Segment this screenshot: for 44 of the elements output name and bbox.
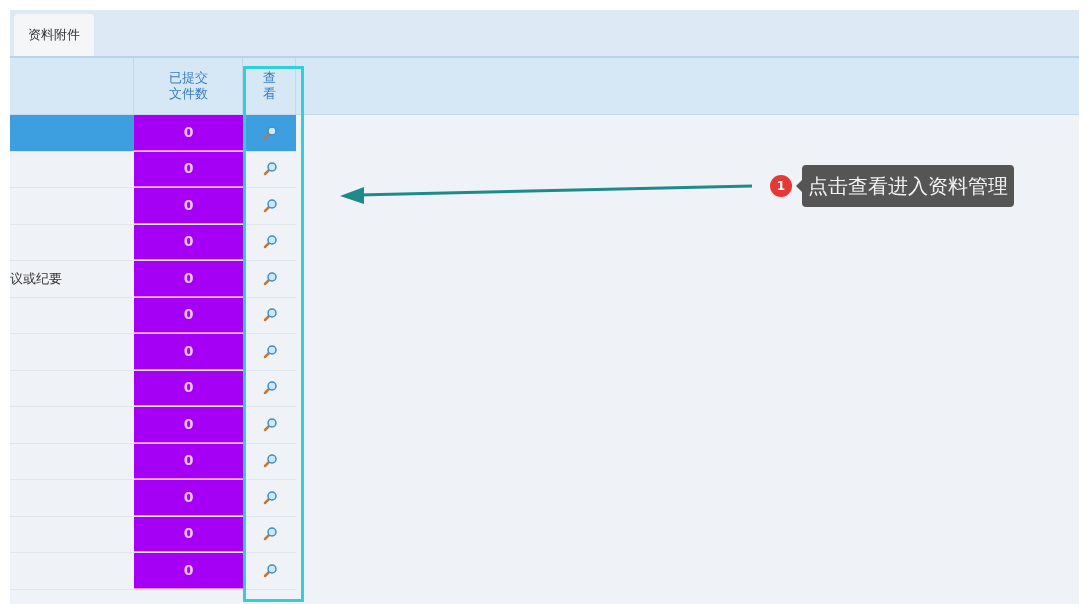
table-row[interactable]: 0 — [10, 516, 296, 553]
search-icon[interactable] — [261, 307, 278, 324]
count-cell: 0 — [134, 151, 243, 187]
count-cell: 0 — [134, 261, 243, 297]
search-icon[interactable] — [261, 124, 278, 141]
search-icon[interactable] — [261, 489, 278, 506]
count-cell: 0 — [134, 480, 243, 516]
search-icon[interactable] — [261, 197, 278, 214]
table-row[interactable]: 0 — [10, 407, 296, 444]
search-icon[interactable] — [261, 562, 278, 579]
table-row[interactable]: 0 — [10, 188, 296, 225]
search-icon[interactable] — [261, 380, 278, 397]
column-header: 查看 — [262, 70, 276, 102]
table-row[interactable]: 0 — [10, 151, 296, 188]
search-icon[interactable] — [261, 453, 278, 470]
search-icon[interactable] — [261, 526, 278, 543]
count-cell: 0 — [134, 188, 243, 224]
count-cell: 0 — [134, 297, 243, 333]
table-cell-text: 议或纪要 — [10, 270, 62, 288]
search-icon[interactable] — [261, 416, 278, 433]
count-cell: 0 — [134, 443, 243, 479]
count-cell: 0 — [134, 224, 243, 260]
table-row[interactable]: 0 — [10, 370, 296, 407]
table-row[interactable]: 0 — [10, 480, 296, 517]
count-cell: 0 — [134, 553, 243, 589]
table-row[interactable]: 议或纪要 0 — [10, 261, 296, 298]
tab[interactable]: 资料附件 — [14, 14, 94, 56]
count-cell: 0 — [134, 516, 243, 552]
table-row[interactable]: 0 — [10, 443, 296, 480]
column-header: 已提交文件数 — [168, 70, 208, 102]
count-cell: 0 — [134, 370, 243, 406]
search-icon[interactable] — [261, 343, 278, 360]
count-cell: 0 — [134, 115, 243, 151]
tooltip: 点击查看进入资料管理 — [802, 165, 1014, 207]
table-row[interactable]: 0 — [10, 553, 296, 590]
search-icon[interactable] — [261, 234, 278, 251]
search-icon[interactable] — [261, 161, 278, 178]
count-cell: 0 — [134, 407, 243, 443]
count-cell: 0 — [134, 334, 243, 370]
table-row[interactable]: 0 — [10, 224, 296, 261]
table-row[interactable]: 0 — [10, 334, 296, 371]
table-row[interactable]: 0 — [10, 115, 296, 152]
search-icon[interactable] — [261, 270, 278, 287]
table-row[interactable]: 0 — [10, 297, 296, 334]
